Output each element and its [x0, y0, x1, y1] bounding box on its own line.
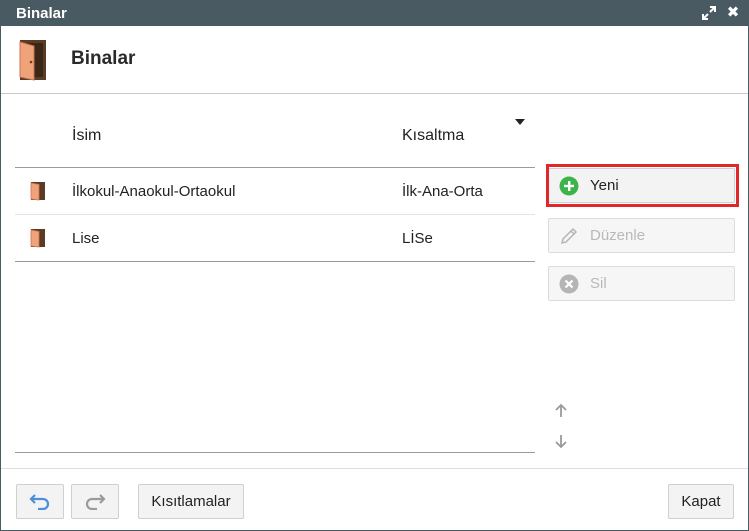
table-row[interactable]: Lise LİSe: [15, 215, 535, 262]
door-icon: [30, 181, 46, 206]
pencil-icon: [559, 226, 579, 246]
dialog-header: Binalar: [1, 26, 748, 94]
edit-button-label: Düzenle: [590, 227, 646, 244]
door-icon: [18, 39, 48, 86]
delete-button[interactable]: Sil: [548, 266, 735, 301]
grid-divider: [15, 452, 535, 453]
column-header-abbr[interactable]: Kısaltma: [402, 127, 464, 145]
dialog-footer: Kısıtlamalar Kapat: [1, 468, 748, 531]
column-menu-icon[interactable]: [515, 119, 525, 125]
remove-icon: [559, 274, 579, 294]
cell-abbr: LİSe: [402, 230, 433, 247]
edit-button[interactable]: Düzenle: [548, 218, 735, 253]
title-bar: Binalar ✖: [1, 1, 748, 26]
close-button[interactable]: Kapat: [668, 484, 734, 519]
cell-abbr: İlk-Ana-Orta: [402, 183, 483, 200]
cell-name: İlkokul-Anaokul-Ortaokul: [72, 183, 236, 200]
buildings-table: İsim Kısaltma İlkokul-Anaokul-Ortaokul İ…: [15, 111, 535, 262]
delete-button-label: Sil: [590, 275, 607, 292]
table-header: İsim Kısaltma: [15, 111, 535, 168]
undo-icon: [29, 494, 50, 511]
redo-button[interactable]: [71, 484, 119, 519]
restrictions-button[interactable]: Kısıtlamalar: [138, 484, 244, 519]
binalar-dialog: Binalar ✖ Binalar İsim Kısaltma İlkokul-…: [0, 0, 749, 531]
door-icon: [30, 228, 46, 253]
column-header-name[interactable]: İsim: [72, 127, 101, 145]
expand-icon[interactable]: [699, 3, 719, 23]
page-title: Binalar: [71, 48, 136, 69]
close-icon[interactable]: ✖: [723, 3, 743, 23]
move-up-icon[interactable]: [552, 402, 570, 420]
window-title: Binalar: [16, 5, 67, 22]
redo-icon: [85, 494, 106, 511]
highlight-frame: [546, 164, 739, 207]
cell-name: Lise: [72, 230, 100, 247]
undo-button[interactable]: [16, 484, 64, 519]
table-row[interactable]: İlkokul-Anaokul-Ortaokul İlk-Ana-Orta: [15, 168, 535, 215]
move-down-icon[interactable]: [552, 432, 570, 450]
